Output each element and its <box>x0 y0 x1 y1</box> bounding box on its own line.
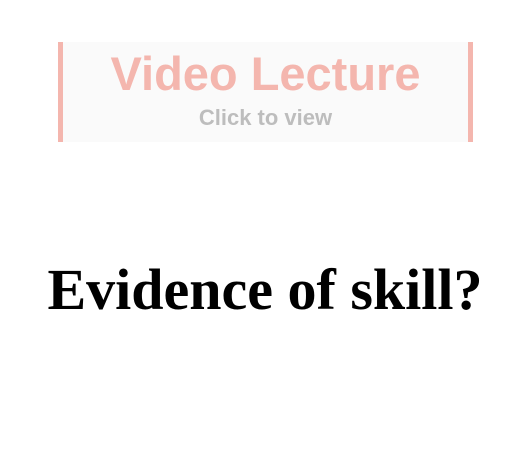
banner-right-border <box>468 42 473 142</box>
page-heading: Evidence of skill? <box>47 257 483 322</box>
click-to-view-label: Click to view <box>198 105 333 130</box>
video-lecture-title: Video Lecture <box>110 47 421 100</box>
video-lecture-banner[interactable]: Video Lecture Click to view <box>58 42 473 142</box>
